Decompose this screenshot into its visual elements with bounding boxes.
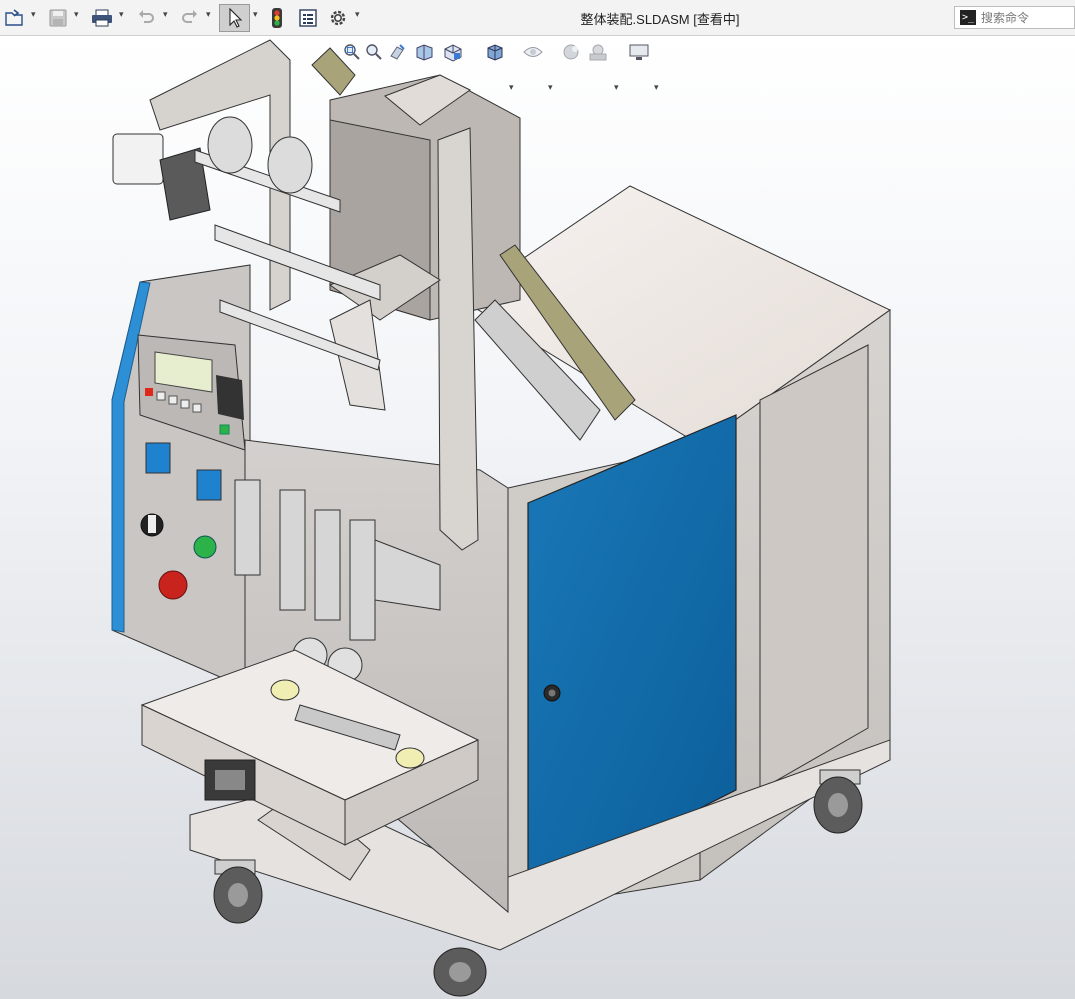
film-roll-shaft [194, 116, 341, 213]
assembly-model-packaging-machine[interactable] [0, 36, 1075, 999]
start-button [193, 535, 217, 559]
window-title: 整体装配.SLDASM [查看中] [580, 12, 740, 27]
motor [112, 133, 164, 185]
keypad [216, 375, 244, 420]
search-commands-box[interactable]: >_ [954, 6, 1075, 29]
caster-wheel [433, 947, 487, 997]
caster-wheel [213, 859, 263, 924]
command-prompt-icon: >_ [960, 10, 976, 25]
caster-wheel [813, 769, 863, 834]
graphics-area[interactable]: ▾ ▾ ▾ ▾ [0, 36, 1075, 999]
top-toolbar: ▾ ▾ ▾ ▾ ▾ ▾ ▾ 整体装配.SLDASM [查看中] >_ 搜索命令 [0, 0, 1075, 36]
emergency-stop-button [158, 570, 188, 600]
search-input[interactable] [981, 10, 1071, 25]
